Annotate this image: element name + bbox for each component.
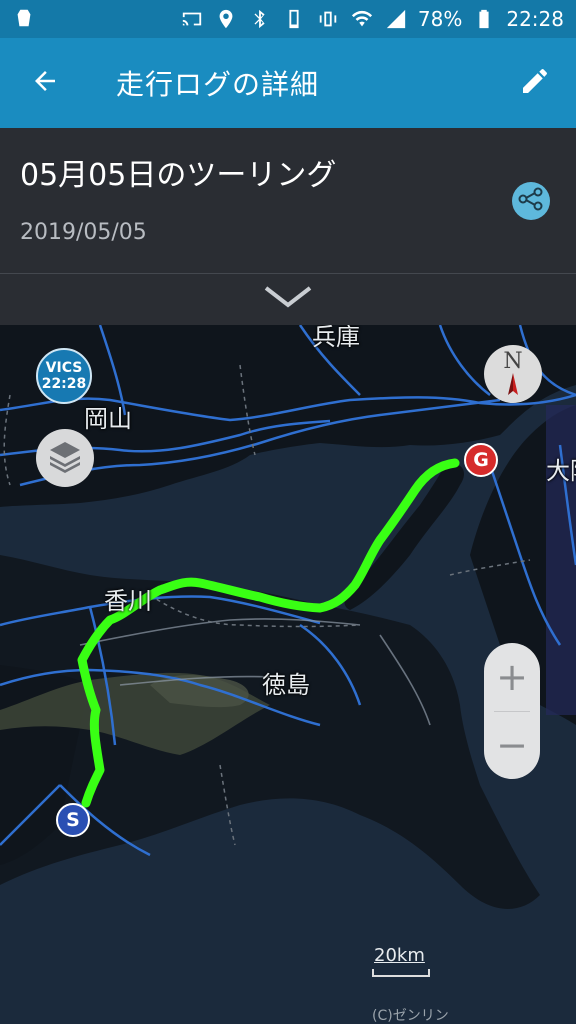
- label-okayama: 岡山: [84, 405, 132, 433]
- app-bar: 走行ログの詳細: [0, 38, 576, 128]
- log-info-panel: 05月05日のツーリング 2019/05/05: [0, 128, 576, 273]
- back-button[interactable]: [0, 38, 90, 128]
- status-bar: 78% 22:28: [0, 0, 576, 38]
- goal-marker[interactable]: G: [464, 443, 498, 477]
- wifi-icon: [350, 7, 374, 31]
- collapse-toggle[interactable]: [0, 273, 576, 325]
- map-copyright: (C)ゼンリン: [372, 1008, 449, 1024]
- notification-icon: [12, 6, 36, 30]
- arrow-left-icon: [30, 66, 60, 100]
- tour-title: 05月05日のツーリング: [20, 158, 337, 193]
- chevron-down-icon: [263, 285, 313, 315]
- vibrate-icon: [316, 7, 340, 31]
- battery-percent: 78%: [417, 7, 463, 31]
- map-scale: 20km: [372, 945, 432, 985]
- bluetooth-icon: [248, 7, 272, 31]
- start-marker[interactable]: S: [56, 803, 90, 837]
- share-button[interactable]: [512, 182, 550, 220]
- label-hyogo: 兵庫: [312, 325, 360, 351]
- pencil-icon: [519, 65, 551, 101]
- scale-label: 20km: [374, 945, 425, 966]
- page-title: 走行ログの詳細: [116, 68, 320, 101]
- share-icon: [516, 184, 546, 218]
- map-view[interactable]: 兵庫 岡山 香川 徳島 大阪 VICS 22:28 N G S +: [0, 325, 576, 1024]
- zoom-control: + −: [484, 643, 540, 779]
- battery-icon: [472, 7, 496, 31]
- cast-icon: [180, 7, 204, 31]
- scale-bar: [372, 969, 430, 977]
- signal-icon: [384, 7, 408, 31]
- clock: 22:28: [506, 7, 564, 31]
- compass-button[interactable]: N: [484, 345, 542, 403]
- zoom-in-button[interactable]: +: [484, 643, 540, 711]
- layers-icon: [46, 437, 84, 479]
- phone-icon: [282, 7, 306, 31]
- vics-label: VICS: [45, 360, 83, 376]
- label-kagawa: 香川: [104, 587, 152, 615]
- tour-date: 2019/05/05: [20, 220, 147, 245]
- compass-north-label: N: [503, 349, 523, 374]
- layers-button[interactable]: [36, 429, 94, 487]
- location-icon: [214, 7, 238, 31]
- edit-button[interactable]: [512, 60, 558, 106]
- label-tokushima: 徳島: [262, 671, 310, 699]
- vics-time: 22:28: [41, 376, 87, 392]
- label-osaka: 大阪: [546, 457, 576, 485]
- zoom-out-button[interactable]: −: [484, 711, 540, 779]
- vics-button[interactable]: VICS 22:28: [36, 348, 92, 404]
